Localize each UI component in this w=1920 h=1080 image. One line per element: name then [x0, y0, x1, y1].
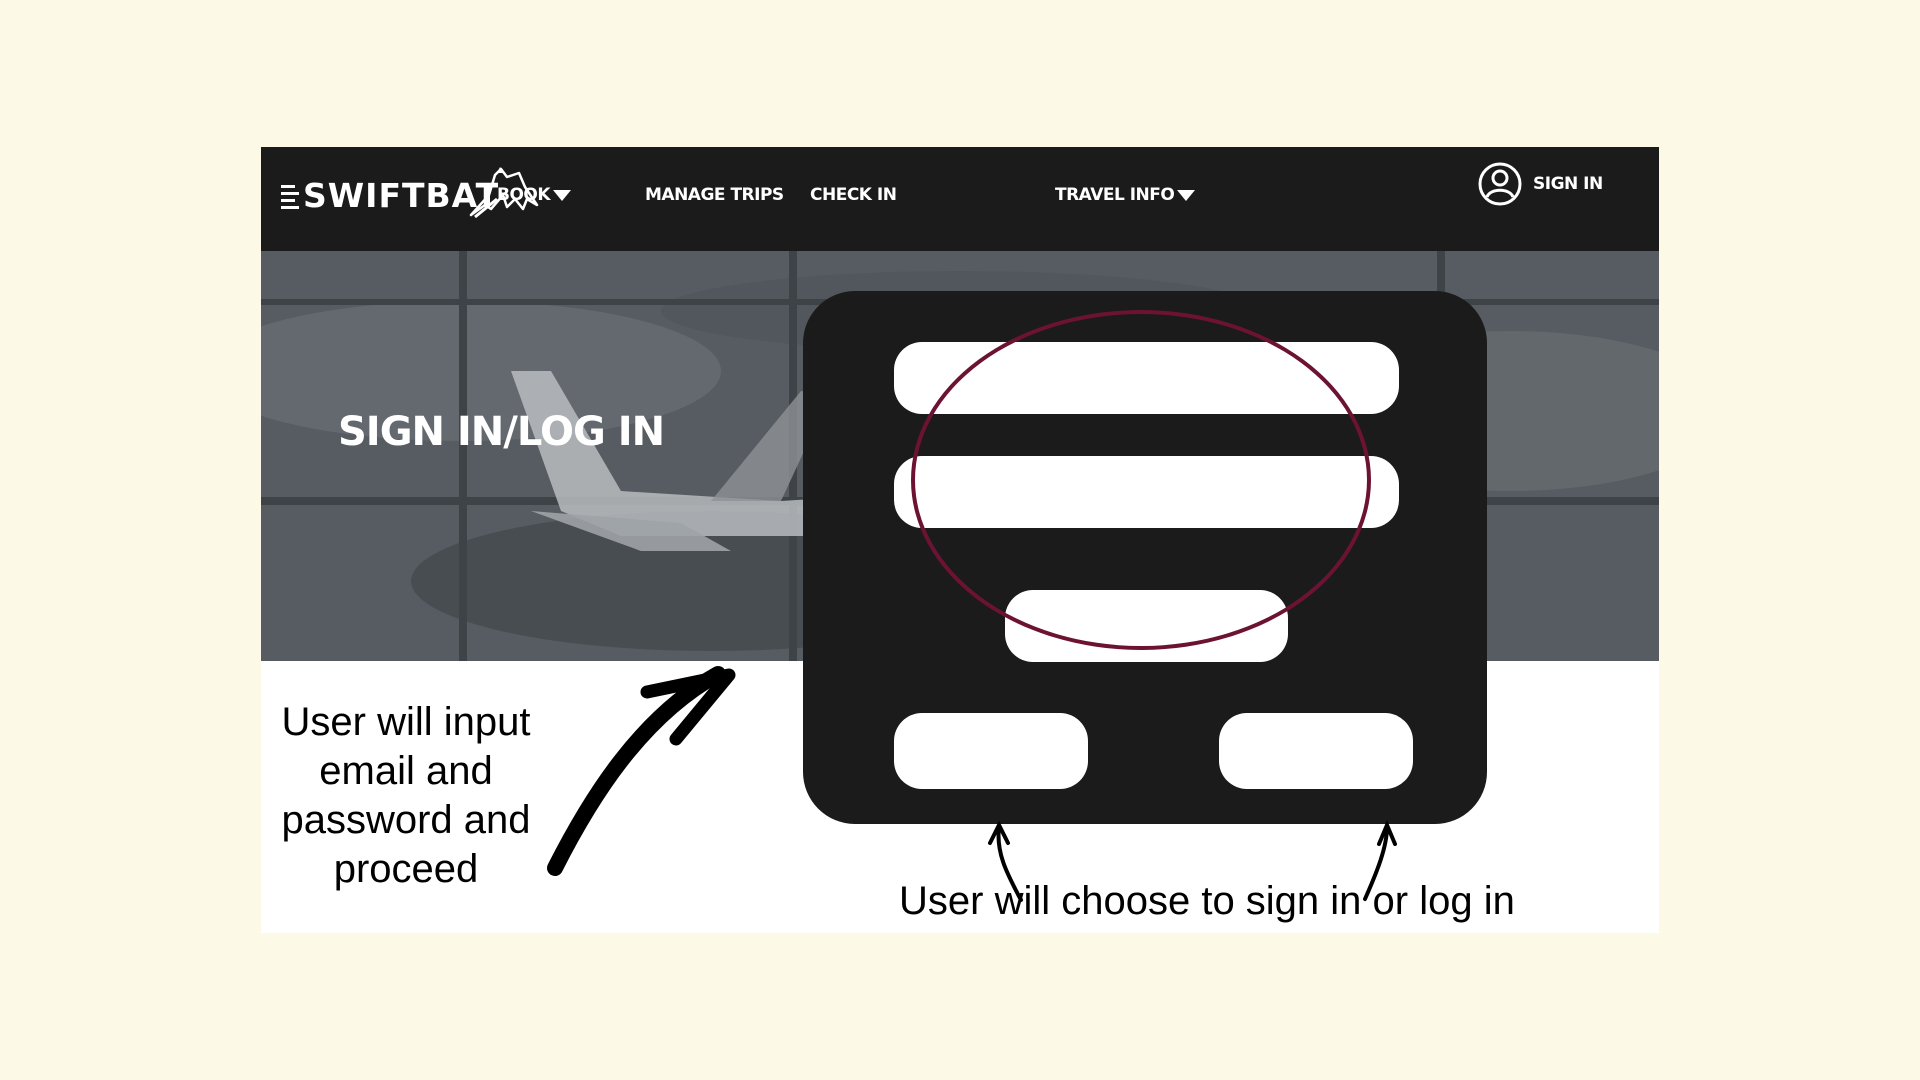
arrow-to-form-icon: [547, 666, 726, 876]
email-field[interactable]: [894, 342, 1399, 414]
annotation-choose-note: User will choose to sign in or log in: [899, 879, 1515, 923]
nav-book-label: BOOK: [497, 185, 551, 205]
nav-manage-trips[interactable]: MANAGE TRIPS: [645, 185, 784, 205]
user-circle-icon: [1478, 162, 1522, 206]
sign-in-option-button[interactable]: [894, 713, 1088, 789]
page-title: SIGN IN/LOG IN: [338, 409, 665, 455]
sign-in-button[interactable]: SIGN IN: [1477, 161, 1603, 207]
annotation-input-note: User will input email and password and p…: [281, 700, 531, 891]
logo-speed-lines: [281, 185, 299, 209]
nav-travel-info[interactable]: TRAVEL INFO: [1055, 185, 1196, 205]
proceed-button[interactable]: [1005, 590, 1288, 662]
top-navbar: SWIFTBAT BOOK MANAGE TRIPS CHECK IN TRAV…: [261, 147, 1659, 251]
page-frame: SWIFTBAT BOOK MANAGE TRIPS CHECK IN TRAV…: [261, 147, 1659, 933]
nav-manage-trips-label: MANAGE TRIPS: [645, 185, 784, 205]
password-field[interactable]: [894, 456, 1399, 528]
sign-in-label: SIGN IN: [1533, 174, 1603, 194]
nav-check-in[interactable]: CHECK IN: [810, 185, 897, 205]
nav-book[interactable]: BOOK: [497, 185, 572, 205]
caret-down-icon: [553, 189, 572, 201]
sign-in-form-wireframe: [803, 291, 1487, 824]
nav-travel-info-label: TRAVEL INFO: [1055, 185, 1175, 205]
caret-down-icon: [1177, 189, 1196, 201]
nav-check-in-label: CHECK IN: [810, 185, 897, 205]
log-in-option-button[interactable]: [1219, 713, 1413, 789]
